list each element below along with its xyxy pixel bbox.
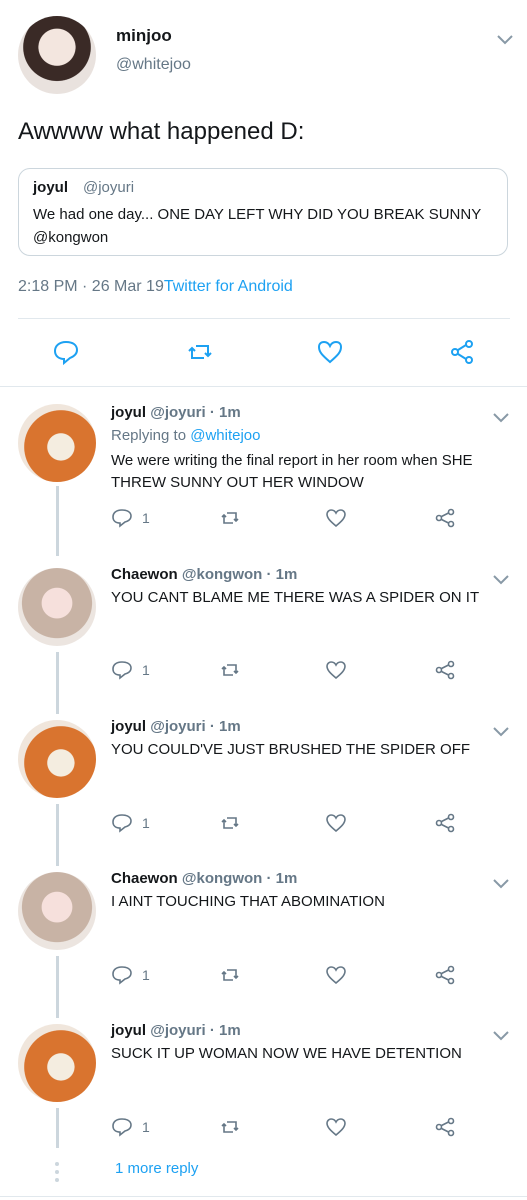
reply-icon[interactable] bbox=[111, 812, 133, 834]
reply-icon[interactable] bbox=[111, 964, 133, 986]
reply-actions: 1 bbox=[111, 659, 511, 683]
like-icon[interactable] bbox=[316, 338, 344, 366]
share-icon[interactable] bbox=[434, 1116, 456, 1138]
reply-icon[interactable] bbox=[111, 507, 133, 529]
avatar[interactable] bbox=[18, 720, 96, 798]
author-name: joyul bbox=[111, 1022, 147, 1039]
like-icon[interactable] bbox=[325, 507, 347, 529]
reply-author[interactable]: Chaewon @kongwon · 1m bbox=[111, 870, 297, 887]
tweet-source-link[interactable]: Twitter for Android bbox=[164, 278, 293, 295]
chevron-down-icon[interactable] bbox=[492, 878, 510, 890]
dot bbox=[55, 1170, 59, 1174]
reply-author[interactable]: joyul @joyuri · 1m bbox=[111, 404, 241, 421]
avatar[interactable] bbox=[18, 16, 96, 94]
retweet-icon[interactable] bbox=[186, 338, 214, 366]
thread-line bbox=[56, 956, 59, 1018]
reply-actions: 1 bbox=[111, 964, 511, 988]
retweet-icon[interactable] bbox=[219, 1116, 241, 1138]
chevron-down-icon[interactable] bbox=[492, 574, 510, 586]
like-icon[interactable] bbox=[325, 812, 347, 834]
reply-count: 1 bbox=[142, 510, 150, 526]
thread-line bbox=[56, 1108, 59, 1148]
replying-to: Replying to @whitejoo bbox=[111, 427, 260, 444]
reply-count: 1 bbox=[142, 1119, 150, 1135]
share-icon[interactable] bbox=[434, 659, 456, 681]
reply-count: 1 bbox=[142, 967, 150, 983]
chevron-down-icon[interactable] bbox=[492, 1030, 510, 1042]
share-icon[interactable] bbox=[434, 964, 456, 986]
author-handle: @joyuri · 1m bbox=[150, 404, 241, 421]
replying-to-label: Replying to bbox=[111, 427, 187, 444]
reply-icon[interactable] bbox=[111, 659, 133, 681]
reply-count: 1 bbox=[142, 662, 150, 678]
like-icon[interactable] bbox=[325, 1116, 347, 1138]
tweet-text: Awwww what happened D: bbox=[18, 118, 305, 145]
reply-author[interactable]: joyul @joyuri · 1m bbox=[111, 1022, 241, 1039]
avatar[interactable] bbox=[18, 872, 96, 950]
retweet-icon[interactable] bbox=[219, 964, 241, 986]
reply-actions: 1 bbox=[111, 812, 511, 836]
author-name: Chaewon bbox=[111, 566, 178, 583]
thread-line bbox=[56, 652, 59, 714]
reply-actions: 1 bbox=[111, 1116, 511, 1140]
author-handle: @kongwon · 1m bbox=[181, 870, 298, 887]
share-icon[interactable] bbox=[434, 507, 456, 529]
like-icon[interactable] bbox=[325, 659, 347, 681]
dot bbox=[55, 1162, 59, 1166]
divider bbox=[0, 1196, 527, 1197]
quoted-author-name: joyul bbox=[33, 179, 69, 196]
retweet-icon[interactable] bbox=[219, 507, 241, 529]
chevron-down-icon[interactable] bbox=[492, 726, 510, 738]
share-icon[interactable] bbox=[434, 812, 456, 834]
chevron-down-icon[interactable] bbox=[496, 34, 514, 46]
retweet-icon[interactable] bbox=[219, 659, 241, 681]
reply-text: I AINT TOUCHING THAT ABOMINATION bbox=[111, 893, 385, 910]
share-icon[interactable] bbox=[448, 338, 476, 366]
retweet-icon[interactable] bbox=[219, 812, 241, 834]
reply-author[interactable]: Chaewon @kongwon · 1m bbox=[111, 566, 297, 583]
reply-text: We were writing the final report in her … bbox=[111, 452, 473, 491]
avatar[interactable] bbox=[18, 404, 96, 482]
author-name[interactable]: minjoo bbox=[116, 26, 172, 46]
replying-to-link[interactable]: @whitejoo bbox=[190, 427, 260, 444]
like-icon[interactable] bbox=[325, 964, 347, 986]
reply-text: YOU COULD'VE JUST BRUSHED THE SPIDER OFF bbox=[111, 741, 471, 758]
quoted-author-handle: @joyuri bbox=[83, 179, 135, 196]
author-name: joyul bbox=[111, 404, 147, 421]
author-handle: @joyuri · 1m bbox=[150, 718, 241, 735]
reply-count: 1 bbox=[142, 815, 150, 831]
author-name: joyul bbox=[111, 718, 147, 735]
chevron-down-icon[interactable] bbox=[492, 412, 510, 424]
reply-icon[interactable] bbox=[52, 338, 80, 366]
thread-line bbox=[56, 486, 59, 556]
more-replies-link[interactable]: 1 more reply bbox=[115, 1160, 198, 1177]
reply-text: SUCK IT UP WOMAN NOW WE HAVE DETENTION bbox=[111, 1045, 462, 1062]
reply-author[interactable]: joyul @joyuri · 1m bbox=[111, 718, 241, 735]
author-name: Chaewon bbox=[111, 870, 178, 887]
thread-line bbox=[56, 804, 59, 866]
avatar[interactable] bbox=[18, 568, 96, 646]
tweet-timestamp: 2:18 PM · 26 Mar 19 bbox=[18, 278, 164, 295]
reply-actions: 1 bbox=[111, 507, 511, 531]
author-handle: @kongwon · 1m bbox=[181, 566, 298, 583]
thread-dots bbox=[55, 1162, 59, 1186]
author-handle[interactable]: @whitejoo bbox=[116, 56, 191, 74]
dot bbox=[55, 1178, 59, 1182]
quoted-tweet[interactable]: joyul @joyuri We had one day... ONE DAY … bbox=[18, 168, 508, 256]
author-handle: @joyuri · 1m bbox=[150, 1022, 241, 1039]
divider bbox=[0, 386, 527, 387]
divider bbox=[18, 318, 510, 319]
tweet-meta: 2:18 PM · 26 Mar 19Twitter for Android bbox=[18, 278, 293, 296]
avatar[interactable] bbox=[18, 1024, 96, 1102]
quoted-tweet-text: We had one day... ONE DAY LEFT WHY DID Y… bbox=[33, 206, 481, 246]
reply-icon[interactable] bbox=[111, 1116, 133, 1138]
reply-text: YOU CANT BLAME ME THERE WAS A SPIDER ON … bbox=[111, 589, 480, 606]
